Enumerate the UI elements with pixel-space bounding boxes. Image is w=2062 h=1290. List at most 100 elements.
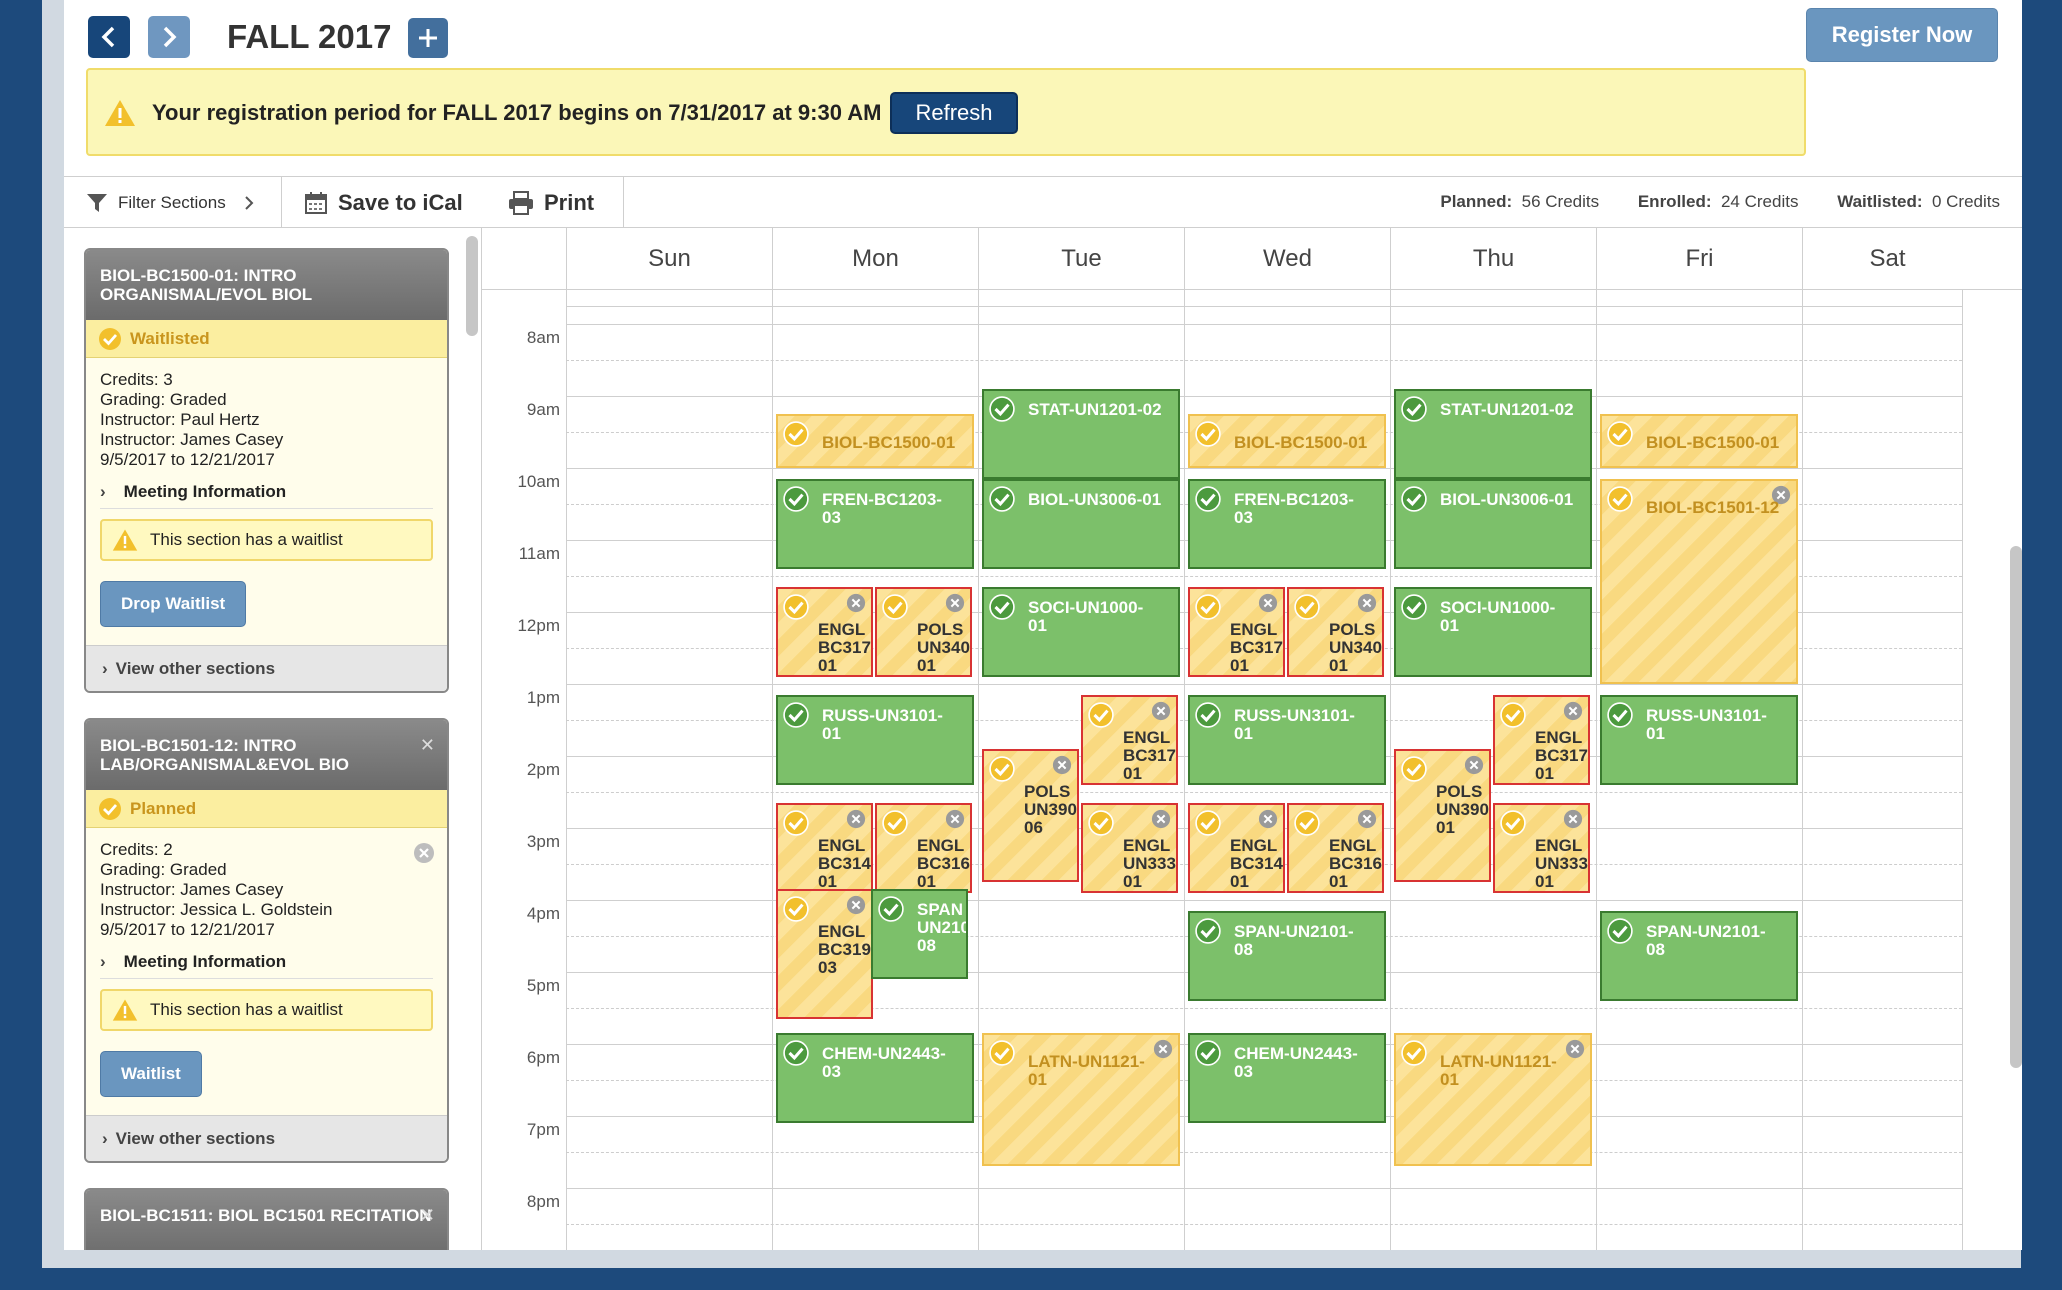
calendar-event[interactable]: ENGL UN333 01 <box>1493 803 1590 893</box>
remove-icon[interactable] <box>1357 593 1377 613</box>
calendar-event[interactable]: CHEM-UN2443- 03 <box>1188 1033 1386 1123</box>
remove-icon[interactable] <box>1464 755 1484 775</box>
check-circle-icon <box>1195 486 1221 512</box>
event-label: CHEM-UN2443- 03 <box>1234 1044 1358 1081</box>
meeting-info-toggle[interactable]: › Meeting Information <box>100 952 433 979</box>
list-scrollbar[interactable] <box>466 236 478 336</box>
course-list[interactable]: BIOL-BC1500-01: INTRO ORGANISMAL/EVOL BI… <box>64 228 482 1250</box>
calendar-event[interactable]: ENGL BC314 01 <box>776 803 873 893</box>
remove-icon[interactable] <box>846 809 866 829</box>
calendar-event[interactable]: LATN-UN1121- 01 <box>982 1033 1180 1166</box>
calendar-event[interactable]: ENGL BC317 01 <box>1493 695 1590 785</box>
remove-icon[interactable] <box>1151 701 1171 721</box>
calendar-scrollbar[interactable] <box>2010 546 2022 1068</box>
calendar-event[interactable]: ENGL BC317 01 <box>1081 695 1178 785</box>
calendar-event[interactable]: ENGL UN333 01 <box>1081 803 1178 893</box>
calendar-event[interactable]: BIOL-BC1500-01 <box>776 414 974 468</box>
print-button[interactable]: Print <box>496 177 624 228</box>
remove-icon[interactable] <box>1258 593 1278 613</box>
remove-icon[interactable] <box>846 895 866 915</box>
remove-icon[interactable] <box>1563 701 1583 721</box>
remove-icon[interactable] <box>1052 755 1072 775</box>
remove-icon[interactable] <box>1563 809 1583 829</box>
prev-term-button[interactable] <box>88 16 130 58</box>
calendar-event[interactable]: RUSS-UN3101- 01 <box>776 695 974 785</box>
calendar-event[interactable]: BIOL-BC1501-12 <box>1600 479 1798 684</box>
register-now-button[interactable]: Register Now <box>1806 8 1998 62</box>
half-hour-line <box>566 1152 1962 1153</box>
calendar-event[interactable]: SOCI-UN1000- 01 <box>1394 587 1592 677</box>
day-header-sat: Sat <box>1802 228 1972 290</box>
view-other-sections-link[interactable]: › View other sections <box>86 1115 447 1161</box>
calendar-event[interactable]: ENGL BC317 01 <box>776 587 873 677</box>
refresh-button[interactable]: Refresh <box>890 92 1018 134</box>
remove-icon[interactable] <box>945 593 965 613</box>
add-term-button[interactable] <box>408 18 448 58</box>
calendar-event[interactable]: STAT-UN1201-02 <box>1394 389 1592 479</box>
event-label: POLS UN340 01 <box>1329 620 1382 675</box>
calendar-event[interactable]: SPAN UN210 08 <box>871 889 968 979</box>
remove-icon[interactable] <box>1258 809 1278 829</box>
check-circle-icon <box>882 810 908 836</box>
remove-icon[interactable] <box>413 842 435 864</box>
day-header-wed: Wed <box>1184 228 1390 290</box>
filter-sections-button[interactable]: Filter Sections <box>64 177 282 228</box>
calendar-event[interactable]: POLS UN340 01 <box>1287 587 1384 677</box>
check-circle-icon <box>99 797 121 820</box>
drop-waitlist-button[interactable]: Drop Waitlist <box>100 581 247 627</box>
calendar-event[interactable]: BIOL-BC1500-01 <box>1600 414 1798 468</box>
calendar-event[interactable]: BIOL-UN3006-01 <box>982 479 1180 569</box>
next-term-button[interactable] <box>148 16 190 58</box>
grid-column-line <box>772 290 773 1250</box>
check-circle-icon <box>882 594 908 620</box>
calendar-event[interactable]: RUSS-UN3101- 01 <box>1188 695 1386 785</box>
status-label: Planned <box>130 798 197 818</box>
calendar-event[interactable]: SOCI-UN1000- 01 <box>982 587 1180 677</box>
event-label: ENGL BC314 01 <box>1230 836 1283 891</box>
time-label: 8pm <box>526 1192 560 1211</box>
calendar-event[interactable]: FREN-BC1203- 03 <box>776 479 974 569</box>
waitlist-button[interactable]: Waitlist <box>100 1051 202 1097</box>
close-icon[interactable]: ✕ <box>420 736 435 755</box>
calendar-event[interactable]: ENGL BC316 01 <box>1287 803 1384 893</box>
calendar-event[interactable]: BIOL-BC1500-01 <box>1188 414 1386 468</box>
check-circle-icon <box>989 486 1015 512</box>
remove-icon[interactable] <box>945 809 965 829</box>
calendar-event[interactable]: ENGL BC319 03 <box>776 889 873 1019</box>
calendar-event[interactable]: SPAN-UN2101- 08 <box>1600 911 1798 1001</box>
calendar-event[interactable]: FREN-BC1203- 03 <box>1188 479 1386 569</box>
course-title[interactable]: BIOL-BC1501-12: INTRO LAB/ORGANISMAL&EVO… <box>86 720 447 790</box>
calendar-event[interactable]: ENGL BC317 01 <box>1188 587 1285 677</box>
remove-icon[interactable] <box>1357 809 1377 829</box>
course-title[interactable]: BIOL-BC1511: BIOL BC1501 RECITATION ✕ <box>86 1190 447 1250</box>
calendar-event[interactable]: ENGL BC316 01 <box>875 803 972 893</box>
calendar-event[interactable]: CHEM-UN2443- 03 <box>776 1033 974 1123</box>
time-label: 12pm <box>517 616 560 635</box>
status-badge: Planned <box>86 790 447 828</box>
time-label: 5pm <box>526 976 560 995</box>
save-to-ical-button[interactable]: Save to iCal <box>282 177 496 228</box>
check-circle-icon <box>783 486 809 512</box>
calendar-event[interactable]: ENGL BC314 01 <box>1188 803 1285 893</box>
event-label: ENGL BC316 01 <box>917 836 970 891</box>
warning-icon <box>105 100 135 126</box>
calendar-event[interactable]: LATN-UN1121- 01 <box>1394 1033 1592 1166</box>
calendar-event[interactable]: POLS UN390 06 <box>982 749 1079 882</box>
view-other-sections-link[interactable]: › View other sections <box>86 645 447 691</box>
printer-icon <box>509 190 533 215</box>
meeting-info-toggle[interactable]: › Meeting Information <box>100 482 433 509</box>
remove-icon[interactable] <box>1151 809 1171 829</box>
close-icon[interactable]: ✕ <box>420 1206 435 1225</box>
notice-text: Your registration period for FALL 2017 b… <box>152 100 882 125</box>
calendar-event[interactable]: STAT-UN1201-02 <box>982 389 1180 479</box>
calendar-event[interactable]: POLS UN390 01 <box>1394 749 1491 882</box>
calendar-event[interactable]: RUSS-UN3101- 01 <box>1600 695 1798 785</box>
registration-notice: Your registration period for FALL 2017 b… <box>86 68 1806 156</box>
calendar-event[interactable]: POLS UN340 01 <box>875 587 972 677</box>
remove-icon[interactable] <box>846 593 866 613</box>
course-title[interactable]: BIOL-BC1500-01: INTRO ORGANISMAL/EVOL BI… <box>86 250 447 320</box>
calendar-grid[interactable]: 8am 9am 10am 11am 12pm 1pm 2pm 3pm 4pm 5pm 6pm 7pm 8… <box>482 290 2022 1250</box>
status-label: Waitlisted <box>130 328 210 348</box>
calendar-event[interactable]: SPAN-UN2101- 08 <box>1188 911 1386 1001</box>
calendar-event[interactable]: BIOL-UN3006-01 <box>1394 479 1592 569</box>
